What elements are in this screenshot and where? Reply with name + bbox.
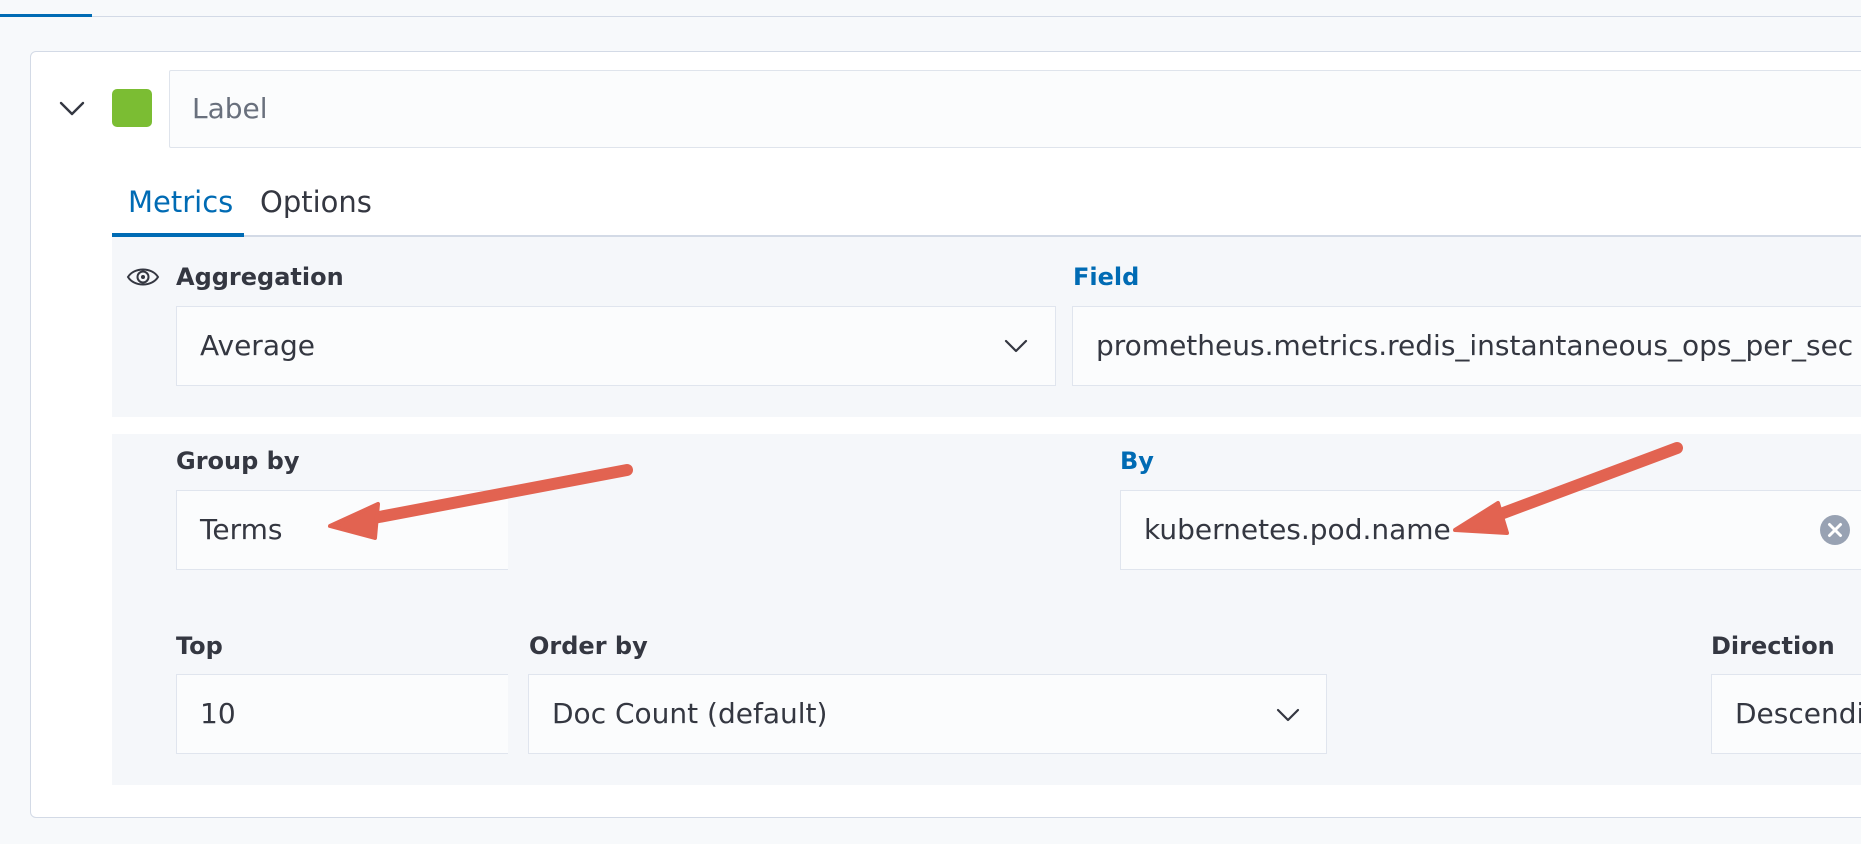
group-by-label: Group by [176,447,300,475]
top-divider [0,16,1861,17]
by-field-select[interactable]: kubernetes.pod.name [1120,490,1861,570]
order-by-label: Order by [529,632,648,660]
eye-icon[interactable] [126,262,160,292]
by-field-value: kubernetes.pod.name [1144,513,1451,546]
tab-options[interactable]: Options [260,182,372,222]
by-label: By [1120,447,1154,475]
chevron-down-icon[interactable] [57,95,87,121]
field-select[interactable]: prometheus.metrics.redis_instantaneous_o… [1072,306,1861,386]
clear-icon[interactable] [1819,514,1851,546]
top-label: Top [176,632,223,660]
field-value: prometheus.metrics.redis_instantaneous_o… [1096,329,1854,362]
order-by-select[interactable]: Doc Count (default) [528,674,1327,754]
direction-label: Direction [1711,632,1835,660]
chevron-down-icon[interactable] [1275,706,1301,724]
label-placeholder: Label [192,92,268,125]
group-by-select[interactable]: Terms [176,490,508,570]
direction-select[interactable]: Descending [1711,674,1861,754]
top-value: 10 [200,697,236,730]
group-by-value: Terms [200,513,283,546]
field-label: Field [1073,263,1140,291]
series-label-input[interactable]: Label [169,70,1861,148]
aggregation-select[interactable]: Average [176,306,1056,386]
direction-value: Descending [1735,697,1861,730]
top-input[interactable]: 10 [176,674,508,754]
color-swatch[interactable] [112,89,152,127]
tab-metrics[interactable]: Metrics [128,182,233,222]
active-tab-indicator [0,14,92,17]
aggregation-value: Average [200,329,315,362]
aggregation-label: Aggregation [176,263,344,291]
order-by-value: Doc Count (default) [552,697,828,730]
chevron-down-icon[interactable] [1003,337,1029,355]
